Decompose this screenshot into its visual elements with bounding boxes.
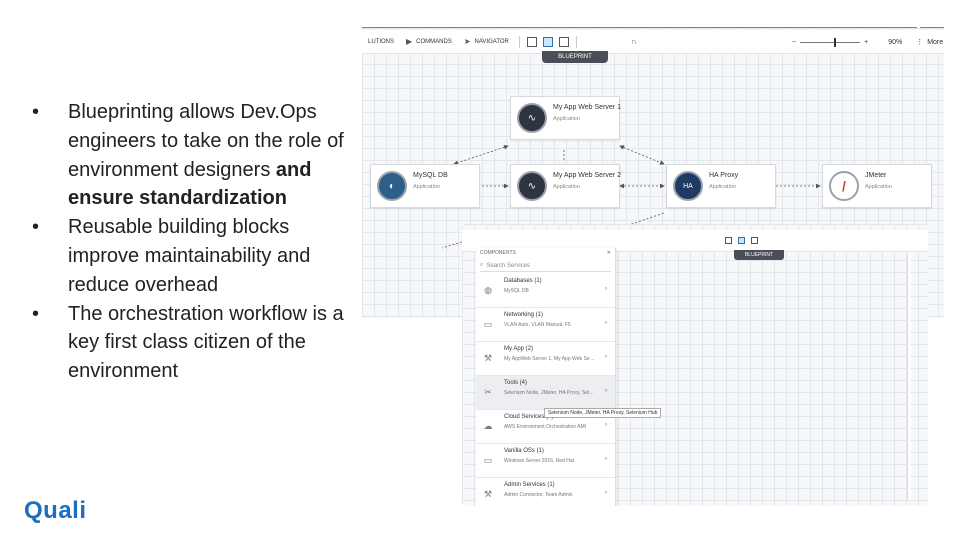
cloud-icon: ☁ <box>483 420 493 431</box>
list-item[interactable]: ✂ Tools (4) Selenium Node, JMeter, HA Prox… <box>476 376 615 410</box>
app-type: Application <box>413 184 440 190</box>
chevron-right-icon[interactable]: › <box>605 422 607 428</box>
component-title: Databases (1) <box>504 278 542 284</box>
list-item[interactable]: ⚒ Admin Services (1) Admin Connector, Team… <box>476 478 615 506</box>
tools-icon: ✂ <box>484 386 492 397</box>
scrollbar[interactable] <box>907 254 911 500</box>
component-items: Admin Connector, Team Admin <box>504 492 573 498</box>
app-name: MySQL DB <box>413 172 448 179</box>
blueprint-tab[interactable]: BLUEPRINT <box>734 250 784 260</box>
component-list: ◍ Databases (1) MySQL DB › ▭ Networking (1) VL… <box>476 274 615 506</box>
app-type: Application <box>553 184 580 190</box>
chevron-right-icon[interactable]: › <box>605 490 607 496</box>
panel-header: COMPONENTS ✕ <box>476 248 615 258</box>
quali-logo: Quali <box>24 497 87 524</box>
component-items: VLAN Auto, VLAN Manual, F5 <box>504 322 571 328</box>
search-input[interactable]: ⌕ Search Services <box>480 260 611 272</box>
component-title: Vanilla OSs (1) <box>504 448 544 454</box>
chevron-right-icon[interactable]: › <box>605 286 607 292</box>
chevron-right-icon[interactable]: › <box>605 354 607 360</box>
close-icon[interactable]: ✕ <box>607 250 611 256</box>
list-item[interactable]: ◍ Databases (1) MySQL DB › <box>476 274 615 308</box>
app-card-mysql-db[interactable]: ◐ MySQL DB Application <box>370 164 480 208</box>
network-icon: ▭ <box>483 318 493 329</box>
bullet-blueprinting: Blueprinting allows Dev.Ops engineers to… <box>30 98 350 213</box>
app-icon: ◐ <box>377 171 407 201</box>
component-items: AWS Environment Orchestration AMI <box>504 424 587 430</box>
chevron-right-icon[interactable]: › <box>605 320 607 326</box>
app-card-ha-proxy[interactable]: HA HA Proxy Application <box>666 164 776 208</box>
list-item[interactable]: ⚒ My App (2) My AppWeb Server 1, My App We… <box>476 342 615 376</box>
app-type: Application <box>709 184 736 190</box>
panel-title: COMPONENTS <box>480 250 516 256</box>
connector-line <box>619 145 665 165</box>
component-items: MySQL DB <box>504 288 529 294</box>
chevron-right-icon[interactable]: › <box>605 456 607 462</box>
component-title: My App (2) <box>504 346 534 352</box>
bullet-list: Blueprinting allows Dev.Ops engineers to… <box>30 98 350 386</box>
slide: Blueprinting allows Dev.Ops engineers to… <box>0 0 960 540</box>
app-card-web-server-1[interactable]: ∿ My App Web Server 1 Application <box>510 96 621 140</box>
admin-icon: ⚒ <box>483 488 493 499</box>
app-name: HA Proxy <box>709 172 739 179</box>
component-items: Windows Server 2016, Red Hat <box>504 458 575 464</box>
list-view-icon[interactable] <box>725 237 732 244</box>
tile-view-icon[interactable] <box>751 237 758 244</box>
component-title: Admin Services (1) <box>504 482 555 488</box>
list-item[interactable]: ▭ Vanilla OSs (1) Windows Server 2016, Red… <box>476 444 615 478</box>
bullet-text: Reusable building blocks improve maintai… <box>68 216 311 296</box>
component-items: My AppWeb Server 1, My App Web Server 2 <box>504 356 596 362</box>
app-name: JMeter <box>865 172 887 179</box>
component-title: Networking (1) <box>504 312 544 318</box>
app-card-web-server-2[interactable]: ∿ My App Web Server 2 Application <box>510 164 621 208</box>
connector-line <box>453 144 509 166</box>
search-placeholder: Search Services <box>486 262 531 269</box>
app-icon: ∿ <box>517 103 547 133</box>
db-icon: ◍ <box>484 284 492 295</box>
list-item[interactable]: ▭ Networking (1) VLAN Auto, VLAN Manual, F… <box>476 308 615 342</box>
components-panel: COMPONENTS ✕ ⌕ Search Services ◍ Database… <box>476 248 616 506</box>
app-icon: / <box>829 171 859 201</box>
component-items: Selenium Node, JMeter, HA Proxy, Seleniu… <box>504 390 596 396</box>
app-card-jmeter[interactable]: / JMeter Application <box>822 164 932 208</box>
tooltip: Selenium Node, JMeter, HA Proxy, Seleniu… <box>544 408 662 418</box>
app-type: Application <box>865 184 892 190</box>
grid-view-icon[interactable] <box>738 237 745 244</box>
app-name: My App Web Server 2 <box>553 172 621 179</box>
app-type: Application <box>553 116 580 122</box>
bullet-text: The orchestration workflow is a key firs… <box>68 302 344 383</box>
app-icon: ∿ <box>517 171 547 201</box>
bullet-reusable: Reusable building blocks improve maintai… <box>30 213 350 299</box>
os-icon: ▭ <box>483 454 493 465</box>
app-icon: HA <box>673 171 703 201</box>
bullet-orchestration: The orchestration workflow is a key firs… <box>30 300 350 386</box>
component-title: Tools (4) <box>504 380 528 386</box>
wrench-icon: ⚒ <box>483 352 493 363</box>
chevron-right-icon[interactable]: › <box>605 388 607 394</box>
search-icon: ⌕ <box>480 262 484 268</box>
app-name: My App Web Server 1 <box>553 104 621 111</box>
components-panel-screenshot: BLUEPRINT COMPONENTS ✕ ⌕ Search Services… <box>462 224 928 506</box>
